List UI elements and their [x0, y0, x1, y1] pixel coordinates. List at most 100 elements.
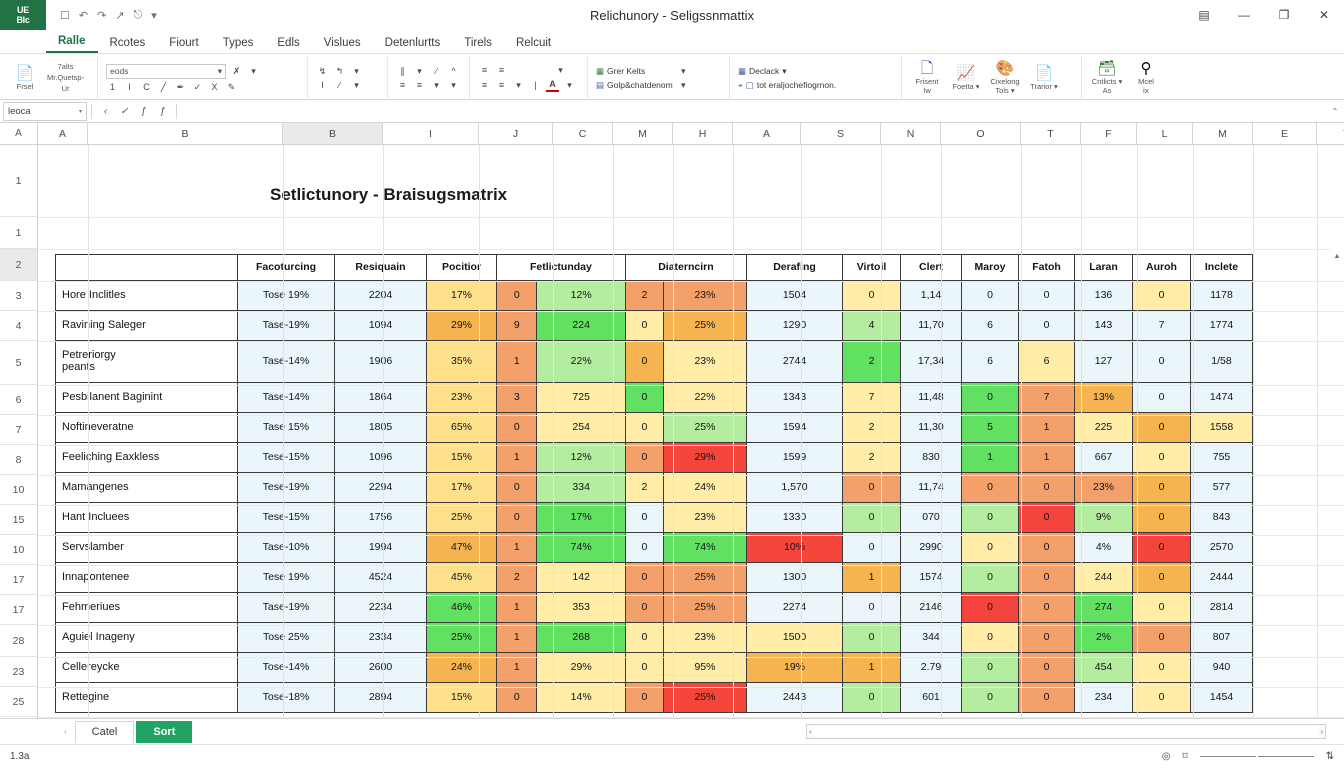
- matrix-cell-r9-c12[interactable]: 244: [1074, 562, 1133, 593]
- matrix-cell-r8-c11[interactable]: 0: [1018, 532, 1075, 563]
- column-header-7[interactable]: H: [673, 123, 733, 145]
- row-header-17[interactable]: 17: [0, 565, 38, 595]
- matrix-cell-r3-c8[interactable]: 7: [842, 382, 901, 413]
- matrix-cell-r5-c8[interactable]: 2: [842, 442, 901, 473]
- row-header-8[interactable]: 8: [0, 445, 38, 475]
- matrix-cell-r3-c0[interactable]: Tase-14%: [237, 382, 335, 413]
- matrix-cell-r2-c3[interactable]: 1: [495, 340, 538, 383]
- matrix-cell-r2-c6[interactable]: 23%: [662, 340, 748, 383]
- table-row[interactable]: Servslamber Tase-10% 1994 47% 1 74% 0 74% 10% 0 29…: [55, 532, 1253, 563]
- font-grow-icon[interactable]: ▾: [247, 66, 260, 77]
- matrix-cell-r0-c5[interactable]: 2: [624, 280, 664, 311]
- matrix-cell-r6-c6[interactable]: 24%: [662, 472, 748, 503]
- page-layout-icon[interactable]: ⌑: [1182, 751, 1187, 762]
- cells-item-1[interactable]: ▦ Declack ▾: [738, 66, 787, 77]
- matrix-cell-r2-c12[interactable]: 127: [1074, 340, 1133, 383]
- chevron-down-icon[interactable]: ▾: [782, 66, 786, 77]
- scroll-track[interactable]: [813, 726, 1319, 737]
- matrix-cell-r8-c13[interactable]: 0: [1132, 532, 1191, 563]
- matrix-cell-r11-c11[interactable]: 0: [1018, 622, 1075, 653]
- formula-bar[interactable]: leoca ▾ ‹ ✓ ƒ ƒ ⌃: [0, 100, 1344, 123]
- wrap-text-icon[interactable]: ≡: [495, 80, 508, 91]
- tab-fiourt[interactable]: Fiourt: [157, 35, 210, 53]
- caret-up-icon[interactable]: ^: [447, 66, 460, 77]
- row-header-15[interactable]: 15: [0, 505, 38, 535]
- column-header-10[interactable]: N: [881, 123, 941, 145]
- matrix-cell-r7-c9[interactable]: 070: [900, 502, 962, 533]
- matrix-cell-r5-c7[interactable]: 1599: [746, 442, 843, 473]
- matrix-cell-r0-c10[interactable]: 0: [961, 280, 1019, 311]
- redo-icon[interactable]: ↷: [97, 9, 106, 22]
- matrix-cell-r9-c13[interactable]: 0: [1132, 562, 1191, 593]
- column-header-12[interactable]: T: [1021, 123, 1081, 145]
- number-format-icon[interactable]: ∥: [396, 66, 409, 77]
- row-header-5[interactable]: 5: [0, 341, 38, 385]
- table-row[interactable]: Mamangenes Tese-19% 2294 17% 0 334 2 24% 1,570 0 1…: [55, 472, 1253, 503]
- matrix-cell-r7-c2[interactable]: 25%: [426, 502, 497, 533]
- percent-icon[interactable]: ∕: [430, 66, 443, 77]
- column-header-17[interactable]: T: [1317, 123, 1344, 145]
- column-header-6[interactable]: M: [613, 123, 673, 145]
- text-cursor-icon[interactable]: I: [316, 80, 329, 91]
- select-all-corner[interactable]: A: [0, 123, 38, 145]
- indent-icon[interactable]: ↰: [333, 66, 346, 77]
- matrix-cell-r11-c5[interactable]: 0: [624, 622, 664, 653]
- matrix-cell-r9-c6[interactable]: 25%: [662, 562, 748, 593]
- customize-qat-icon[interactable]: ▾: [151, 9, 157, 22]
- quick-access-toolbar[interactable]: ☐ ↶ ↷ ↗ ⎋ ▾: [46, 9, 157, 22]
- matrix-cell-r9-c11[interactable]: 0: [1018, 562, 1075, 593]
- row-header-6[interactable]: 6: [0, 385, 38, 415]
- font-color-icon[interactable]: ∕: [333, 80, 346, 91]
- matrix-cell-r4-c1[interactable]: 1805: [334, 412, 427, 443]
- matrix-cell-r11-c8[interactable]: 0: [842, 622, 901, 653]
- matrix-cell-r2-c7[interactable]: 2744: [746, 340, 843, 383]
- matrix-cell-r8-c7[interactable]: 10%: [746, 532, 843, 563]
- tab-tirels[interactable]: Tirels: [452, 35, 504, 53]
- sheet-tab-catel[interactable]: Catel: [74, 720, 135, 743]
- row-header-10[interactable]: 10: [0, 535, 38, 565]
- bold-button[interactable]: 1: [106, 82, 119, 93]
- matrix-cell-r0-c3[interactable]: 0: [495, 280, 538, 311]
- table-row[interactable]: Pesbilanent Baginint Tase-14% 1864 23% 3 725 0…: [55, 382, 1253, 413]
- matrix-cell-r9-c7[interactable]: 1300: [746, 562, 843, 593]
- matrix-cell-r5-c5[interactable]: 0: [624, 442, 664, 473]
- matrix-cell-r0-c11[interactable]: 0: [1018, 280, 1075, 311]
- matrix-cell-r3-c14[interactable]: 1474: [1190, 382, 1253, 413]
- table-row[interactable]: PetreriorgypeantsTase-14%190635%122%023%…: [55, 340, 1253, 383]
- column-header-13[interactable]: F: [1081, 123, 1137, 145]
- matrix-cell-r6-c14[interactable]: 577: [1190, 472, 1253, 503]
- matrix-cell-r4-c9[interactable]: 11,30: [900, 412, 962, 443]
- matrix-cell-r11-c0[interactable]: Tose 25%: [237, 622, 335, 653]
- column-header-14[interactable]: L: [1137, 123, 1193, 145]
- row-header-23[interactable]: 23: [0, 657, 38, 687]
- matrix-cell-r6-c0[interactable]: Tese-19%: [237, 472, 335, 503]
- matrix-cell-r1-c3[interactable]: 9: [495, 310, 538, 341]
- matrix-cell-r3-c6[interactable]: 22%: [662, 382, 748, 413]
- matrix-cell-r2-c14[interactable]: 1/58: [1190, 340, 1253, 383]
- matrix-cell-r4-c2[interactable]: 65%: [426, 412, 497, 443]
- matrix-cell-r3-c9[interactable]: 11,48: [900, 382, 962, 413]
- matrix-cell-r11-c2[interactable]: 25%: [426, 622, 497, 653]
- table-row[interactable]: Feeliching Eaxkless Tese-15% 1096 15% 1 12% 0 2…: [55, 442, 1253, 473]
- tab-vislues[interactable]: Vislues: [312, 35, 373, 53]
- expand-formula-bar-icon[interactable]: ⌃: [1326, 107, 1344, 116]
- matrix-cell-r4-c11[interactable]: 1: [1018, 412, 1075, 443]
- matrix-cell-r0-c13[interactable]: 0: [1132, 280, 1191, 311]
- matrix-cell-r2-c0[interactable]: Tase-14%: [237, 340, 335, 383]
- matrix-cell-r3-c12[interactable]: 13%: [1074, 382, 1133, 413]
- matrix-cell-r1-c14[interactable]: 1774: [1190, 310, 1253, 341]
- column-header-15[interactable]: M: [1193, 123, 1253, 145]
- ribbon-group-align[interactable]: ↯ ↰ ▾ I ∕ ▾: [308, 56, 388, 100]
- chevron-down-icon[interactable]: ▾: [79, 108, 82, 115]
- font-name-input[interactable]: eods ▾: [106, 63, 226, 79]
- column-header-11[interactable]: O: [941, 123, 1021, 145]
- matrix-cell-r8-c8[interactable]: 0: [842, 532, 901, 563]
- matrix-cell-r1-c2[interactable]: 29%: [426, 310, 497, 341]
- table-row[interactable]: Aguiel Inageny Tose 25% 2334 25% 1 268 0 23% 150…: [55, 622, 1253, 653]
- matrix-cell-r4-c6[interactable]: 25%: [662, 412, 748, 443]
- chevron-down-icon[interactable]: ▾: [218, 66, 222, 77]
- matrix-cell-r2-c10[interactable]: 6: [961, 340, 1019, 383]
- chevron-down-icon[interactable]: ▾: [350, 66, 363, 77]
- matrix-cell-r10-c10[interactable]: 0: [961, 592, 1019, 623]
- ribbon-group-cells[interactable]: ▦ Declack ▾ ⌖ ▢ tot eraljochefiogrnon.: [730, 56, 902, 100]
